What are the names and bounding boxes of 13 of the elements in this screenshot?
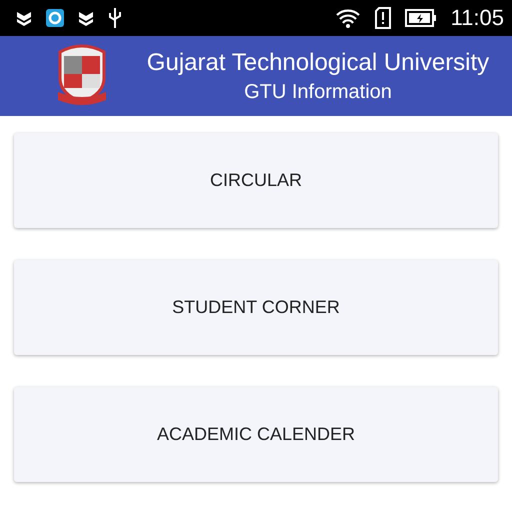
menu-button[interactable]: STUDENT CORNER — [14, 260, 498, 355]
menu-button[interactable]: ACADEMIC CALENDER — [14, 387, 498, 482]
sim-alert-icon — [374, 7, 391, 29]
battery-icon — [404, 9, 437, 27]
app-title: Gujarat Technological University — [146, 48, 490, 76]
notification-icon — [16, 10, 32, 26]
usb-icon — [108, 7, 122, 29]
wifi-icon — [334, 7, 361, 29]
app-icon — [46, 9, 64, 27]
clock: 11:05 — [450, 5, 504, 31]
app-subtitle: GTU Information — [244, 80, 392, 104]
notification-icon — [78, 10, 94, 26]
menu-button[interactable]: CIRCULAR — [14, 133, 498, 228]
